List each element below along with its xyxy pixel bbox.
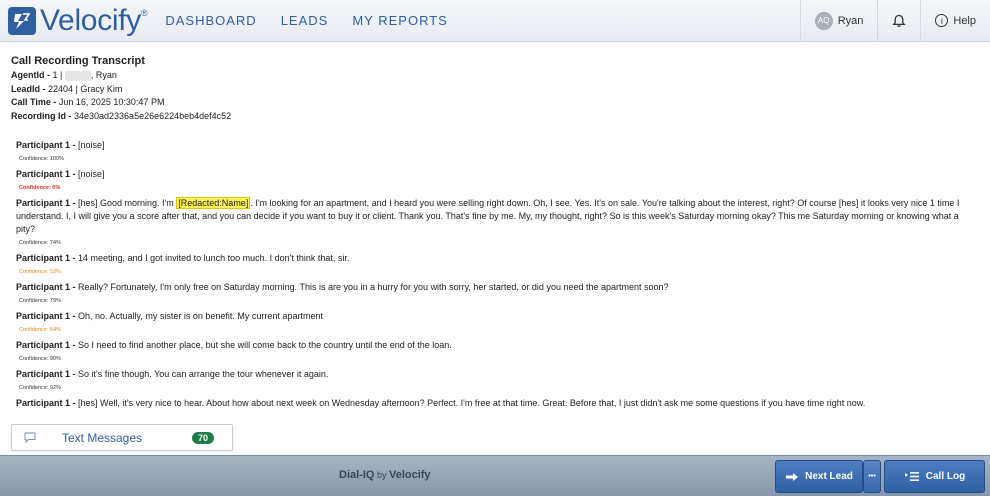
list-item: Participant 1 - 14 meeting, and I got in… xyxy=(16,252,966,277)
info-icon: i xyxy=(935,14,949,27)
redacted-name-highlight: [Redacted:Name] xyxy=(176,197,251,209)
list-item: Participant 1 - So I need to find anothe… xyxy=(16,339,966,364)
text-messages-button[interactable]: Text Messages 70 xyxy=(11,424,233,451)
confidence-label: Confidence: 64% xyxy=(19,327,61,333)
app-name: Velocify® xyxy=(40,3,148,37)
next-lead-button[interactable]: Next Lead xyxy=(775,460,863,493)
list-item: Participant 1 - So it's fine though. You… xyxy=(16,368,966,393)
list-item: Participant 1 - [noise] Confidence: 100% xyxy=(16,139,966,164)
confidence-label: Confidence: 90% xyxy=(19,356,61,362)
list-item: Participant 1 - [hes] Well, it's very ni… xyxy=(16,398,866,408)
page-title: Call Recording Transcript xyxy=(11,55,145,67)
confidence-label: Confidence: 92% xyxy=(19,385,61,391)
avatar: AQ xyxy=(814,11,833,30)
confidence-label: Confidence: 79% xyxy=(19,298,61,304)
nav-leads[interactable]: LEADS xyxy=(281,13,329,28)
list-item: Participant 1 - Really? Fortunately, I'm… xyxy=(16,281,966,306)
transcript-header: Call Recording Transcript AgentId - 1 | … xyxy=(11,55,231,123)
help-label: Help xyxy=(953,14,976,27)
list-item: Participant 1 - [noise] Confidence: 0% xyxy=(16,168,966,193)
transcript-turns: Participant 1 - [noise] Confidence: 100%… xyxy=(16,139,966,414)
top-navigation-bar: Velocify® DASHBOARD LEADS MY REPORTS AQ … xyxy=(0,0,990,42)
user-name: Ryan xyxy=(837,14,864,27)
confidence-label: Confidence: 53% xyxy=(19,269,61,275)
recording-id-row: Recording Id - 34e30ad2336a5e26e6224beb4… xyxy=(11,110,232,121)
redacted-block xyxy=(64,70,91,81)
ellipsis-icon: ••• xyxy=(868,473,876,480)
notifications-button[interactable] xyxy=(877,0,920,42)
list-icon xyxy=(904,472,919,481)
text-messages-label: Text Messages xyxy=(62,430,143,445)
list-item: Participant 1 - [hes] Good morning. I'm … xyxy=(16,197,966,248)
text-messages-count-badge: 70 xyxy=(191,431,214,444)
call-log-label: Call Log xyxy=(925,471,966,482)
confidence-label: Confidence: 74% xyxy=(19,240,61,246)
nav-my-reports[interactable]: MY REPORTS xyxy=(352,13,447,28)
chat-bubble-icon xyxy=(24,432,36,443)
confidence-label: Confidence: 0% xyxy=(19,185,61,191)
lightning-logo-icon xyxy=(8,6,36,35)
agent-id-row: AgentId - 1 | , Ryan xyxy=(11,70,117,81)
user-menu[interactable]: AQ Ryan xyxy=(799,0,878,42)
call-time-row: Call Time - Jun 16, 2025 10:30:47 PM xyxy=(11,97,165,107)
nav-right-group: AQ Ryan i Help xyxy=(799,0,990,42)
more-options-button[interactable]: ••• xyxy=(863,460,881,493)
next-lead-label: Next Lead xyxy=(805,471,853,482)
bottom-bar: Dial-IQ by Velocify Next Lead ••• Call L… xyxy=(0,455,990,496)
dial-iq-brand: Dial-IQ by Velocify xyxy=(339,469,431,481)
confidence-label: Confidence: 100% xyxy=(19,156,64,162)
list-item: Participant 1 - Oh, no. Actually, my sis… xyxy=(16,310,966,335)
arrow-right-icon xyxy=(786,472,799,481)
velocify-logo[interactable]: Velocify® xyxy=(8,0,148,42)
help-button[interactable]: i Help xyxy=(920,0,990,42)
bell-icon xyxy=(892,14,906,27)
call-log-button[interactable]: Call Log xyxy=(884,460,985,493)
main-nav: DASHBOARD LEADS MY REPORTS xyxy=(165,13,471,28)
lead-id-row: LeadId - 22404 | Gracy Kim xyxy=(11,83,123,94)
transcript-panel: Call Recording Transcript AgentId - 1 | … xyxy=(0,43,990,455)
nav-dashboard[interactable]: DASHBOARD xyxy=(165,13,256,28)
